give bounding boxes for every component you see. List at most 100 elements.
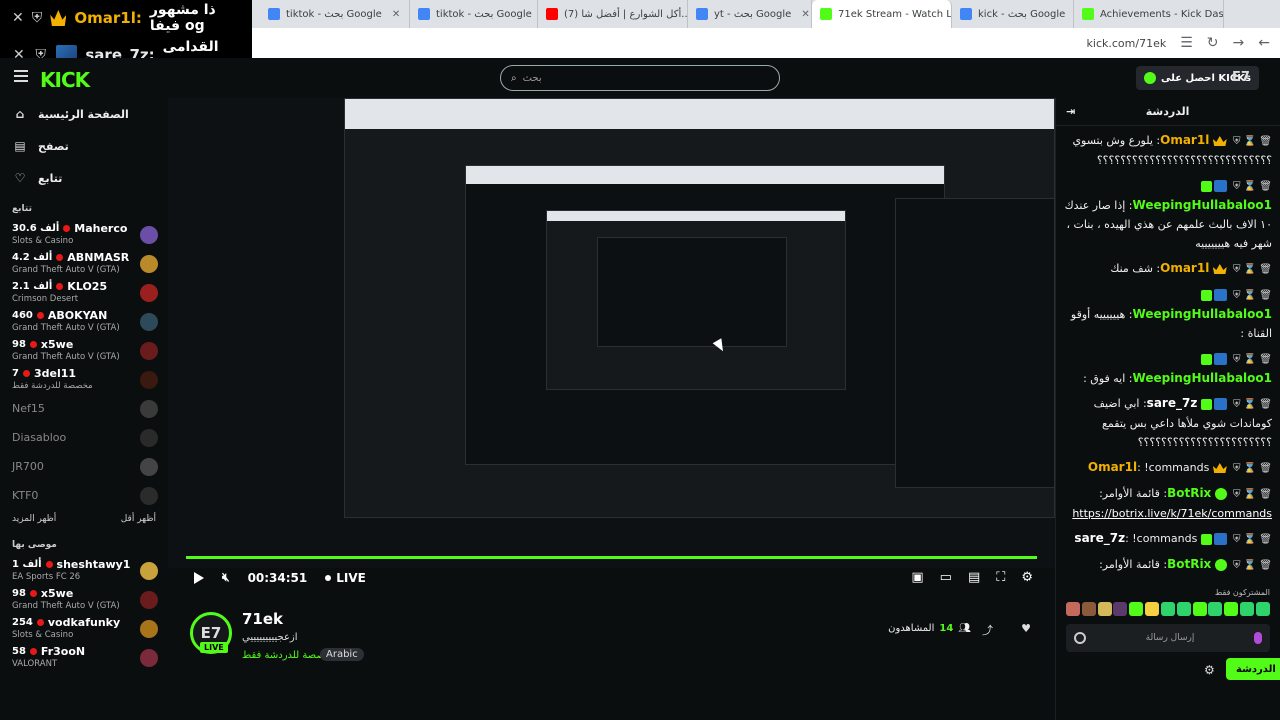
emote-icon[interactable] <box>1129 602 1144 616</box>
moderation-icons[interactable]: 🗑︎ ⌛ ⛨ <box>1230 181 1272 192</box>
menu-icon[interactable] <box>14 70 28 82</box>
reload-icon[interactable]: ↻ <box>1207 35 1219 51</box>
share-icon[interactable]: ⤴ <box>982 622 993 638</box>
chat-username[interactable]: Omar1l <box>1160 261 1209 275</box>
show-less-link[interactable]: أظهر أقل <box>121 514 156 524</box>
emote-icon[interactable] <box>1081 602 1096 616</box>
chat-username[interactable]: WeepingHullabaloo1 <box>1133 307 1272 321</box>
chat-username[interactable]: Omar1l <box>1160 133 1209 147</box>
emote-icon[interactable] <box>1208 602 1223 616</box>
channel-avatar <box>140 225 158 244</box>
progress-bar[interactable] <box>186 556 1037 559</box>
channel-row[interactable]: 1 ألف sheshtawy1 EA Sports FC 26 <box>0 556 168 585</box>
channel-row[interactable]: Diasabloo <box>0 423 168 452</box>
search-input[interactable]: ⌕ بحث <box>500 65 780 91</box>
chat-username[interactable]: BotRix <box>1167 557 1211 571</box>
channel-row[interactable]: 98 x5we Grand Theft Auto V (GTA) <box>0 336 168 365</box>
browser-tab[interactable]: yt - بحث Google ✕ <box>688 0 812 28</box>
channel-row[interactable]: KTF0 <box>0 481 168 510</box>
channel-row[interactable]: 4.2 ألف ABNMASR Grand Theft Auto V (GTA) <box>0 249 168 278</box>
moderation-icons[interactable]: 🗑︎ ⌛ ⛨ <box>1230 399 1272 410</box>
close-tab-icon[interactable]: ✕ <box>801 9 809 20</box>
collapse-chat-icon[interactable]: ⇥ <box>1066 105 1075 118</box>
nav-following[interactable]: ♡ تتابع <box>0 162 168 194</box>
emote-icon[interactable] <box>1240 602 1255 616</box>
channel-row[interactable]: 58 Fr3ooN VALORANT <box>0 643 168 672</box>
chat-message: 🗑︎ ⌛ ⛨ WeepingHullabaloo1: ايه فوق : <box>1083 353 1272 385</box>
emote-icon[interactable] <box>1160 602 1175 616</box>
browser-tab[interactable]: tiktok - بحث Google✕ <box>410 0 538 28</box>
channel-row[interactable]: 2.1 ألف KLO25 Crimson Desert <box>0 278 168 307</box>
moderation-icons[interactable]: 🗑︎ ⌛ ⛨ <box>1230 534 1272 545</box>
channel-row[interactable]: Nef15 <box>0 394 168 423</box>
moderation-icons[interactable]: 🗑︎ ⌛ ⛨ <box>1230 136 1272 147</box>
browser-tab[interactable]: tiktok - بحث Google✕ <box>260 0 410 28</box>
channel-viewer-count: 254 <box>12 616 33 628</box>
send-chat-button[interactable]: الدردشة <box>1226 658 1280 680</box>
clip-icon[interactable]: ▤ <box>968 570 980 585</box>
moderation-icons[interactable]: 🗑︎ ⌛ ⛨ <box>1230 560 1272 571</box>
channel-row[interactable]: 460 ABOKYAN Grand Theft Auto V (GTA) <box>0 307 168 336</box>
channel-row[interactable]: 30.6 ألف Maherco Slots & Casino <box>0 220 168 249</box>
user-avatar[interactable]: E7 <box>1232 70 1250 85</box>
chat-settings-icon[interactable]: ⚙ <box>1204 663 1215 677</box>
nav-label: تصفح <box>38 139 69 153</box>
chat-input-placeholder: إرسال رسالة <box>1145 633 1195 643</box>
emote-icon[interactable] <box>1255 602 1270 616</box>
mute-icon[interactable]: 🔇︎ <box>222 570 230 585</box>
back-icon[interactable]: ← <box>1258 35 1270 51</box>
chat-input[interactable]: إرسال رسالة <box>1066 624 1270 652</box>
tab-label: Achievements - Kick Das... <box>1100 8 1224 20</box>
chat-username[interactable]: WeepingHullabaloo1 <box>1133 198 1272 212</box>
chat-username[interactable]: BotRix <box>1167 486 1211 500</box>
moderation-icons[interactable]: 🗑︎ ⌛ ⛨ <box>1230 463 1272 474</box>
nav-home[interactable]: ⌂ الصفحة الرئيسية <box>0 98 168 130</box>
chat-username[interactable]: sare_7z <box>1074 531 1125 545</box>
emote-icon[interactable] <box>1097 602 1112 616</box>
chat-username[interactable]: Omar1l <box>1088 460 1137 474</box>
emote-icon[interactable] <box>1176 602 1191 616</box>
channel-row[interactable]: JR700 <box>0 452 168 481</box>
close-tab-icon[interactable]: ✕ <box>392 9 400 20</box>
settings-icon[interactable]: ⚙ <box>1021 570 1033 585</box>
site-settings-icon[interactable]: ☰ <box>1180 35 1193 51</box>
language-tag[interactable]: Arabic <box>320 648 364 661</box>
forward-icon[interactable]: → <box>1233 35 1245 51</box>
channel-row[interactable]: 98 x5we Grand Theft Auto V (GTA) <box>0 585 168 614</box>
follow-icon[interactable]: ♥ <box>1021 622 1031 635</box>
emote-icon[interactable] <box>1192 602 1207 616</box>
channel-row[interactable]: 7 3del11 مخصصة للدردشة فقط <box>0 365 168 394</box>
chat-link[interactable]: https://botrix.live/k/71ek/commands <box>1072 507 1272 520</box>
mic-icon[interactable] <box>1253 632 1262 644</box>
fullscreen-icon[interactable]: ⛶ <box>996 570 1005 585</box>
emote-icon[interactable] <box>1066 602 1080 616</box>
moderation-icons[interactable]: 🗑︎ ⌛ ⛨ <box>1230 354 1272 365</box>
browser-tab[interactable]: kick - بحث Google✕ <box>952 0 1074 28</box>
chat-username[interactable]: sare_7z <box>1147 396 1198 410</box>
nav-label: تتابع <box>38 171 63 185</box>
nav-browse[interactable]: ▤ تصفح <box>0 130 168 162</box>
bot-badge-icon <box>1214 488 1227 500</box>
browser-tab-active[interactable]: 71ek Stream - Watch Live✕ <box>812 0 952 28</box>
browser-tab[interactable]: (7) أكل الشوارع | أفضل شا...✕ <box>538 0 688 28</box>
moderation-icons[interactable]: 🗑︎ ⌛ ⛨ <box>1230 264 1272 275</box>
chat-username[interactable]: WeepingHullabaloo1 <box>1133 371 1272 385</box>
browser-tab[interactable]: Achievements - Kick Das...✕ <box>1074 0 1224 28</box>
emoji-icon[interactable] <box>1074 632 1086 644</box>
show-more-link[interactable]: أظهر المزيد <box>12 514 56 524</box>
pip-icon[interactable]: ▣ <box>911 570 923 585</box>
emote-icon[interactable] <box>1113 602 1128 616</box>
play-icon[interactable] <box>194 571 204 584</box>
video-player[interactable] <box>168 98 1055 568</box>
emote-icon[interactable] <box>1224 602 1239 616</box>
url-field[interactable]: kick.com/71ek <box>1087 37 1167 50</box>
channel-row[interactable]: 254 vodkafunky Slots & Casino <box>0 614 168 643</box>
streamer-name[interactable]: 71ek <box>242 610 283 628</box>
kick-logo[interactable]: KICK <box>40 68 90 92</box>
theater-icon[interactable]: ▭ <box>940 570 952 585</box>
nested-chat-panel <box>895 198 1055 488</box>
moderation-icons[interactable]: 🗑︎ ⌛ ⛨ <box>1230 489 1272 500</box>
emote-icon[interactable] <box>1145 602 1160 616</box>
channel-category: Grand Theft Auto V (GTA) <box>12 600 120 611</box>
moderation-icons[interactable]: 🗑︎ ⌛ ⛨ <box>1230 290 1272 301</box>
